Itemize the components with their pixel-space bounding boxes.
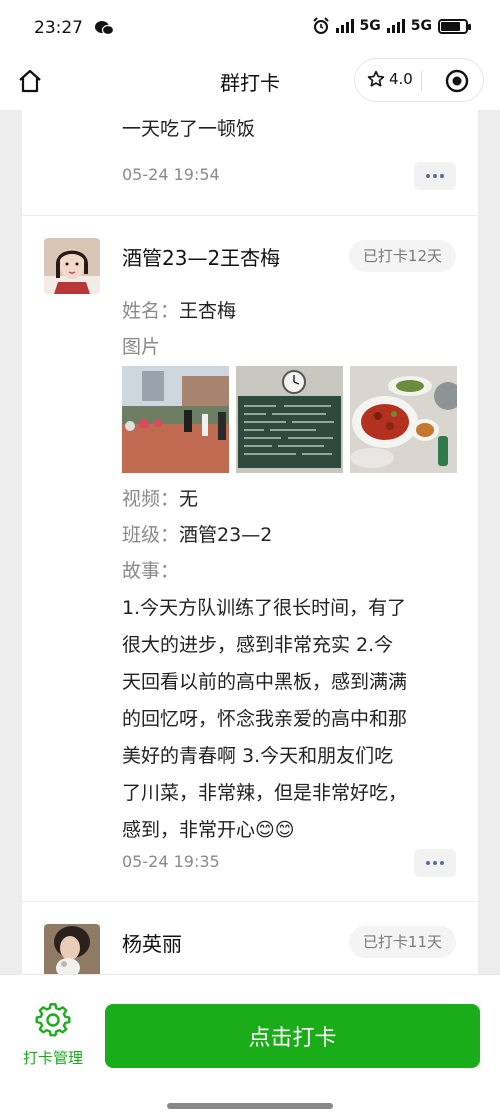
avatar[interactable] [44, 924, 100, 974]
bottom-bar: 打卡管理 点击打卡 [0, 974, 500, 1117]
username: 酒管23—2王杏梅 [122, 246, 281, 270]
photo-thumbnail[interactable] [122, 366, 229, 473]
class-field: 班级：酒管23—2 [122, 520, 272, 547]
avatar-image [44, 924, 100, 974]
star-icon [367, 70, 385, 87]
post-text: 一天吃了一顿饭 [122, 118, 256, 140]
post-time: 05-24 19:54 [122, 165, 220, 184]
story-field: 故事： [122, 556, 179, 583]
images-field: 图片 [122, 332, 160, 359]
close-miniprogram-icon[interactable] [445, 69, 469, 93]
gear-icon [35, 1003, 71, 1037]
video-label: 视频： [122, 488, 180, 510]
story-line: 天回看以前的高中黑板，感到满满 [122, 671, 408, 693]
post-item: 杨英丽 已打卡11天 [22, 902, 478, 974]
story-line: 1.今天方队训练了很长时间，有了 [122, 597, 407, 619]
capsule-divider [421, 71, 422, 91]
post-time: 05-24 19:35 [122, 852, 220, 871]
name-label: 姓名： [122, 300, 180, 322]
story-label: 故事： [122, 560, 180, 582]
story-line: 的回忆呀，怀念我亲爱的高中和那 [122, 708, 408, 730]
checkin-days-badge: 已打卡11天 [348, 926, 456, 958]
name-field: 姓名：王杏梅 [122, 296, 236, 323]
video-field: 视频：无 [122, 484, 198, 511]
battery-icon [438, 18, 471, 34]
post-item: 酒管23—2王杏梅 已打卡12天 姓名：王杏梅 图片 视频：无 班级：酒管23—… [22, 216, 478, 902]
status-bar: 23:27 5G 5G [0, 0, 500, 54]
avatar[interactable] [44, 238, 100, 294]
images-label: 图片 [122, 336, 161, 358]
story-line: 感到，非常开心😊😊 [122, 819, 295, 841]
rating-button[interactable]: 4.0 [367, 70, 413, 88]
class-label: 班级： [122, 524, 180, 546]
story-text: 1.今天方队训练了很长时间，有了 很大的进步，感到非常充实 2.今 天回看以前的… [122, 590, 462, 849]
checkin-manage-button[interactable]: 打卡管理 [14, 1003, 92, 1068]
status-icons: 5G 5G [312, 17, 471, 35]
status-time: 23:27 [34, 18, 83, 38]
photo-blackboard [236, 366, 343, 473]
class-value: 酒管23—2 [179, 524, 273, 546]
more-button[interactable] [414, 849, 456, 877]
signal-icon-2 [386, 19, 405, 33]
rating-value: 4.0 [389, 70, 413, 88]
username: 杨英丽 [122, 932, 182, 956]
photo-grid [122, 366, 457, 473]
checkin-feed[interactable]: 一天吃了一顿饭 05-24 19:54 酒管23—2王杏梅 已打卡12天 姓名：… [22, 110, 478, 974]
miniprogram-capsule: 4.0 [354, 58, 484, 102]
signal-icon [335, 19, 354, 33]
photo-track-field [122, 366, 229, 473]
post-item: 一天吃了一顿饭 05-24 19:54 [22, 110, 478, 216]
photo-thumbnail[interactable] [350, 366, 457, 473]
wechat-icon [95, 21, 114, 36]
video-value: 无 [179, 488, 199, 510]
story-line: 很大的进步，感到非常充实 2.今 [122, 634, 394, 656]
story-line: 美好的青春啊 3.今天和朋友们吃 [122, 745, 394, 767]
home-indicator[interactable] [167, 1103, 333, 1109]
photo-thumbnail[interactable] [236, 366, 343, 473]
photo-sichuan-food [350, 366, 457, 473]
network-label-1: 5G [359, 18, 381, 34]
alarm-icon [312, 17, 329, 34]
network-label-2: 5G [410, 18, 432, 34]
more-button[interactable] [414, 162, 456, 190]
checkin-button[interactable]: 点击打卡 [105, 1004, 480, 1068]
story-line: 了川菜，非常辣，但是非常好吃， [122, 782, 408, 804]
nav-bar: 群打卡 4.0 [0, 54, 500, 110]
avatar-image [44, 238, 100, 294]
name-value: 王杏梅 [179, 300, 237, 322]
checkin-manage-label: 打卡管理 [22, 1049, 83, 1067]
checkin-days-badge: 已打卡12天 [348, 240, 456, 272]
